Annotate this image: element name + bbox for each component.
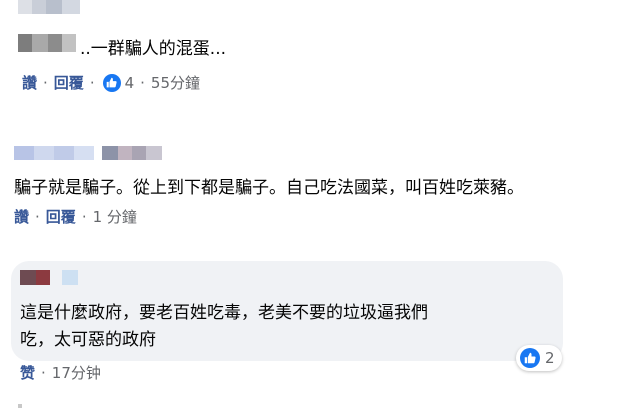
timestamp[interactable]: 17分钟	[52, 362, 101, 383]
comment-text: ..一群騙人的混蛋...	[80, 39, 227, 59]
reaction-count[interactable]: 4	[125, 74, 135, 92]
reaction-count: 2	[545, 349, 555, 367]
separator: ·	[41, 363, 46, 382]
comment-actions: 讚 · 回覆 · 4 · 55分鐘	[22, 72, 200, 93]
like-thumb-icon	[520, 348, 540, 368]
commenter-name-blurred[interactable]	[14, 146, 162, 160]
comment-text-line2: 吃，太可惡的政府	[20, 330, 156, 350]
commenter-name-blurred[interactable]	[18, 34, 76, 52]
timestamp[interactable]: 55分鐘	[151, 72, 200, 93]
comment-text: 騙子就是騙子。從上到下都是騙子。自己吃法國菜，叫百姓吃萊豬。	[14, 178, 524, 198]
comment-actions: 赞 · 17分钟	[20, 362, 101, 383]
blurred-name-top	[18, 0, 80, 14]
reply-button[interactable]: 回覆	[46, 206, 76, 227]
like-button[interactable]: 讚	[22, 72, 37, 93]
separator: ·	[35, 207, 40, 226]
comment-actions: 讚 · 回覆 · 1 分鐘	[14, 206, 137, 227]
reply-button[interactable]: 回覆	[54, 72, 84, 93]
cut-off-content	[18, 404, 22, 408]
separator: ·	[89, 73, 95, 92]
separator: ·	[81, 207, 87, 226]
separator: ·	[140, 73, 145, 92]
timestamp[interactable]: 1 分鐘	[93, 206, 137, 227]
commenter-name-blurred[interactable]	[20, 270, 78, 285]
comment-text-line1: 這是什麼政府，要老百姓吃毒，老美不要的垃圾逼我們	[20, 303, 428, 323]
reaction-pill[interactable]: 2	[516, 345, 562, 371]
like-thumb-icon	[102, 73, 121, 92]
like-button[interactable]: 讚	[14, 206, 29, 227]
like-button[interactable]: 赞	[20, 362, 35, 383]
separator: ·	[43, 73, 48, 92]
